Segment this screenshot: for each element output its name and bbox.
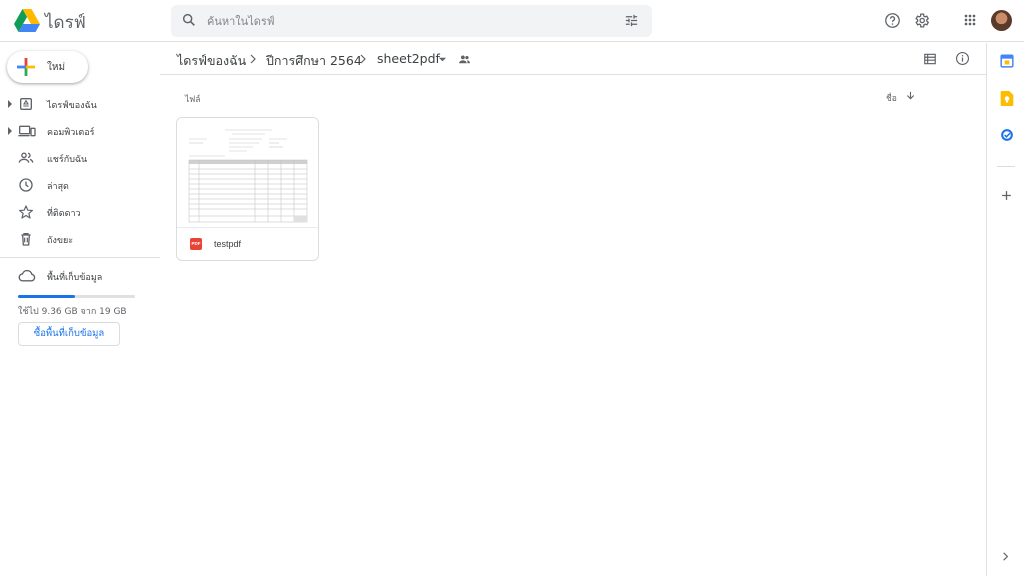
star-icon [19,205,33,219]
storage-usage-fill [18,295,76,298]
sidebar-item-label: แชร์กับฉัน [47,155,88,165]
new-button[interactable]: ใหม่ [7,51,88,83]
side-panel-rail [986,43,1024,576]
expand-caret-icon[interactable] [8,100,12,108]
buy-storage-button[interactable]: ซื้อพื้นที่เก็บข้อมูล [18,322,120,346]
sidebar-item-computers[interactable]: คอมพิวเตอร์ [0,119,160,143]
breadcrumb-current-folder[interactable]: sheet2pdf [377,51,440,66]
info-icon[interactable] [955,51,970,66]
sidebar-item-my-drive[interactable]: ไดรฟ์ของฉัน [0,92,160,116]
breadcrumb-item[interactable]: ปีการศึกษา 2564 [266,51,362,71]
chevron-right-icon [360,54,366,64]
sidebar-item-label: ที่ติดดาว [47,209,81,219]
settings-icon[interactable] [913,12,930,29]
keep-icon[interactable] [1000,91,1014,106]
storage-usage-bar [18,295,135,298]
search-bar[interactable] [171,5,652,37]
clock-icon [19,178,33,192]
drive-logo-icon[interactable] [14,9,40,32]
files-section-label: ไฟล์ [185,95,201,105]
list-view-icon[interactable] [923,52,937,66]
help-icon[interactable] [884,12,901,29]
search-options-icon[interactable] [624,13,639,28]
plus-icon [17,58,35,76]
sidebar-item-label: ถังขยะ [47,236,74,246]
top-bar: ไดรฟ์ [0,0,1024,42]
expand-caret-icon[interactable] [8,127,12,135]
sort-arrow-down-icon[interactable] [905,90,916,101]
dropdown-arrow-icon[interactable] [438,55,447,64]
chevron-right-icon [250,54,256,64]
sidebar-item-starred[interactable]: ที่ติดดาว [0,200,160,224]
sidebar-item-storage[interactable]: พื้นที่เก็บข้อมูล [0,264,160,288]
sort-by-name-label[interactable]: ชื่อ [886,91,897,105]
sidebar-item-label: พื้นที่เก็บข้อมูล [47,273,103,283]
app-title[interactable]: ไดรฟ์ [45,9,86,36]
apps-grid-icon[interactable] [962,12,978,28]
chevron-right-icon[interactable] [1000,551,1011,562]
file-thumbnail [177,118,318,228]
tasks-icon[interactable] [1000,128,1014,142]
file-card[interactable]: PDF testpdf [176,117,319,261]
pdf-preview-image [188,129,308,223]
shared-icon [18,152,34,163]
computer-icon [18,125,36,137]
search-icon[interactable] [181,12,197,28]
sidebar-item-recent[interactable]: ล่าสุด [0,173,160,197]
pdf-file-icon: PDF [190,238,202,250]
search-input[interactable] [207,10,587,32]
cloud-icon [18,269,36,282]
add-addon-icon[interactable] [1000,189,1013,202]
sidebar-item-label: ล่าสุด [47,182,69,192]
new-button-label: ใหม่ [47,62,66,73]
sidebar-divider [0,257,160,258]
file-name: testpdf [214,239,242,249]
my-drive-icon [20,98,32,110]
shared-folder-icon [459,55,470,64]
breadcrumb-item[interactable]: ไดรฟ์ของฉัน [177,51,246,71]
account-avatar[interactable] [991,10,1012,31]
breadcrumb: ไดรฟ์ของฉัน ปีการศึกษา 2564 sheet2pdf [160,43,986,75]
sidebar-item-shared[interactable]: แชร์กับฉัน [0,146,160,170]
sidebar-item-trash[interactable]: ถังขยะ [0,227,160,251]
storage-usage-text: ใช้ไป 9.36 GB จาก 19 GB [18,307,127,317]
sidebar-item-label: ไดรฟ์ของฉัน [47,101,97,111]
sidebar-item-label: คอมพิวเตอร์ [47,128,95,138]
rail-divider [997,166,1015,167]
trash-icon [21,233,31,246]
calendar-icon[interactable] [1000,54,1014,68]
